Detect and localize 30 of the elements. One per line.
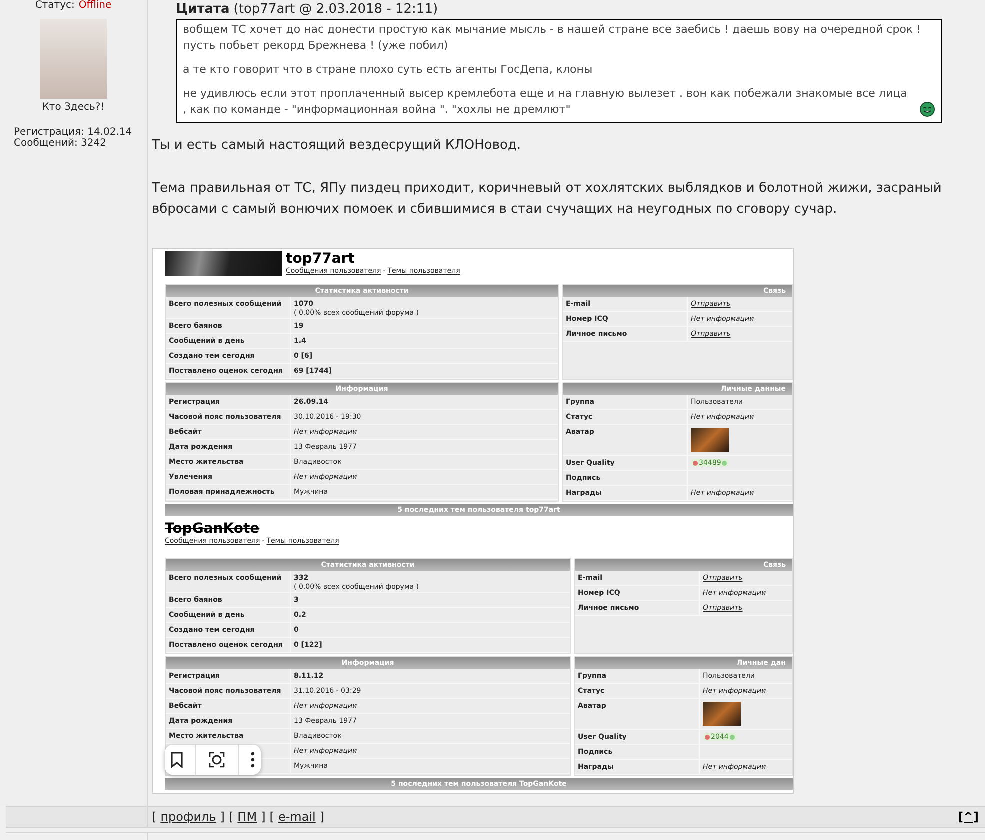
bracket: ] [220, 810, 225, 824]
profile-name: TopGanKote [165, 521, 261, 537]
more-icon[interactable] [251, 752, 255, 768]
bracket: [ [270, 810, 274, 824]
post-text: Тема правильная от ТС, ЯПу пиздец приходит, коричневый от хохлятских выблядков и болотной жижи, засраный вбросами с самый вонючих помоек и сбившимися в стаи счучащих на неугодных по сговору сучар. [152, 180, 943, 219]
bracket: [ [228, 810, 234, 824]
post-count: Сообщений: 3242 [14, 138, 106, 149]
search-icon[interactable] [208, 751, 226, 769]
post-link[interactable]: ПМ [238, 810, 258, 824]
quote-title: Цитата [176, 2, 230, 17]
avatar-picture [703, 702, 741, 726]
avatar-picture [691, 428, 729, 452]
registration-date: Регистрация: 14.02.14 [14, 127, 132, 138]
quote-text: вобщем ТС хочет до нас донести простую как мычание мысль - в нашей стране все заебись ! даешь вову на очередной срок ! пусть побьет рекорд Брежнева ! (уже побил) [183, 23, 921, 52]
status-value: Offline [78, 0, 112, 11]
quote-text: не удивлюсь если этот проплаченный высер кремлебота еще и на главную вылезет . вон как побежали знакомые все лица , как по команде - "информационная война ". "хохлы не дремлют" [183, 86, 908, 118]
quote-text: а те кто говорит что в стране плохо суть есть агенты ГосДепа, клоны [183, 63, 593, 76]
post-link[interactable]: e-mail [278, 810, 316, 824]
bracket: ] [261, 810, 266, 824]
user-caption: Кто Здесь?! [42, 102, 105, 113]
bracket: ] [320, 810, 325, 824]
status-label: Статус: [35, 0, 75, 11]
smiley-icon [920, 102, 935, 117]
quote-source: (top77art @ 2.03.2018 - 12:11) [234, 2, 438, 17]
profile-name: top77art [286, 251, 356, 267]
bracket: [ [152, 810, 157, 824]
post-text: Ты и есть самый настоящий вездесрущий КЛОНовод. [152, 137, 522, 155]
post-link[interactable]: профиль [160, 810, 216, 824]
bookmark-icon[interactable] [171, 752, 183, 768]
top-link[interactable]: [^] [958, 810, 979, 824]
